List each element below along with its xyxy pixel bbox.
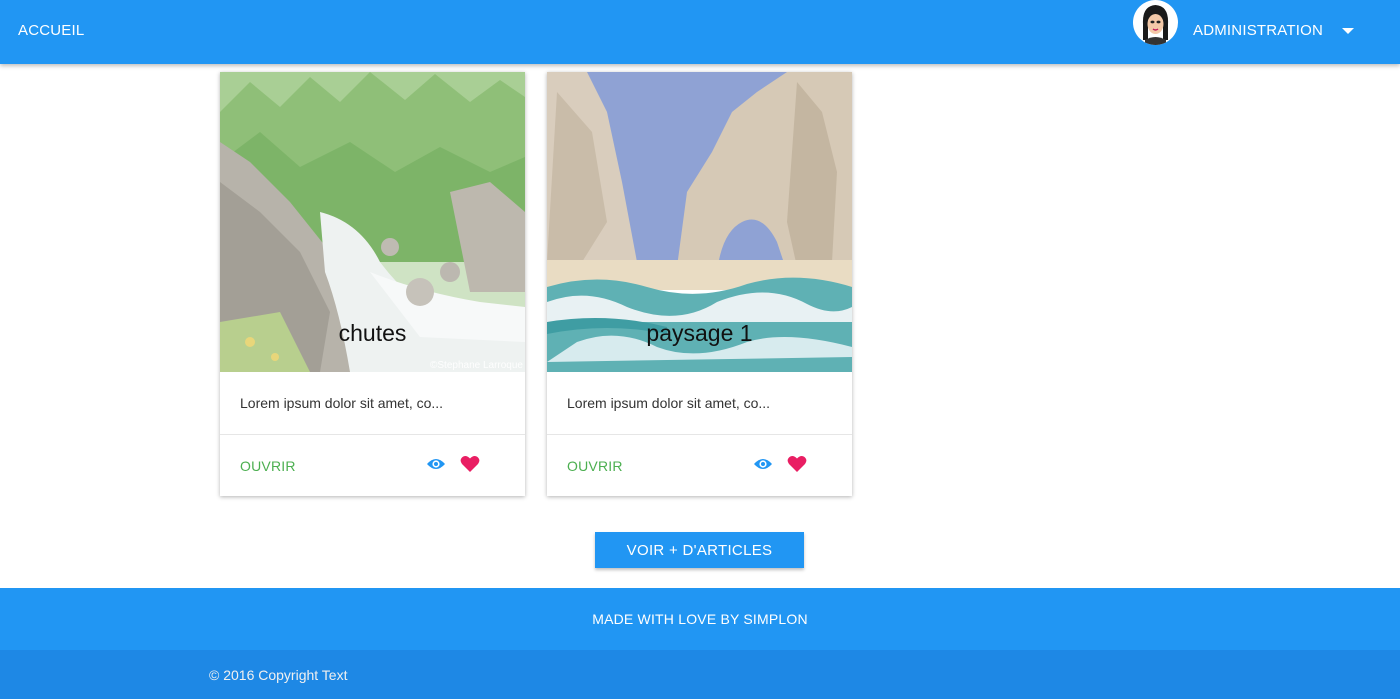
article-image-arch[interactable]: paysage 1 <box>547 72 852 372</box>
open-button[interactable]: OUVRIR <box>240 458 296 474</box>
copyright-text: © 2016 Copyright Text <box>209 667 348 683</box>
nav-home-link[interactable]: ACCUEIL <box>18 22 84 39</box>
card-excerpt: Lorem ipsum dolor sit amet, co... <box>240 395 444 411</box>
nav-admin-menu[interactable]: ADMINISTRATION <box>1193 22 1323 39</box>
card-excerpt: Lorem ipsum dolor sit amet, co... <box>567 395 771 411</box>
avatar-icon[interactable] <box>1133 0 1178 45</box>
open-button[interactable]: OUVRIR <box>567 458 623 474</box>
caret-down-icon[interactable] <box>1342 28 1354 34</box>
card-divider <box>547 434 852 435</box>
image-watermark: ©Stephane Larroque <box>430 360 523 371</box>
article-card: chutes ©Stephane Larroque Lorem ipsum do… <box>220 72 525 496</box>
heart-icon[interactable] <box>460 455 480 478</box>
eye-icon[interactable] <box>753 457 773 476</box>
card-divider <box>220 434 525 435</box>
more-articles-button[interactable]: VOIR + D'ARTICLES <box>595 532 804 568</box>
article-card: paysage 1 Lorem ipsum dolor sit amet, co… <box>547 72 852 496</box>
top-navbar: ACCUEIL ADMINISTRATION <box>0 0 1400 64</box>
article-image-waterfall[interactable]: chutes ©Stephane Larroque <box>220 72 525 372</box>
card-title: chutes <box>338 320 407 346</box>
eye-icon[interactable] <box>426 457 446 476</box>
card-title: paysage 1 <box>646 320 753 346</box>
footer: MADE WITH LOVE BY SIMPLON <box>0 588 1400 650</box>
sub-footer: © 2016 Copyright Text <box>0 650 1400 699</box>
heart-icon[interactable] <box>787 455 807 478</box>
footer-made-with: MADE WITH LOVE BY SIMPLON <box>592 611 808 627</box>
